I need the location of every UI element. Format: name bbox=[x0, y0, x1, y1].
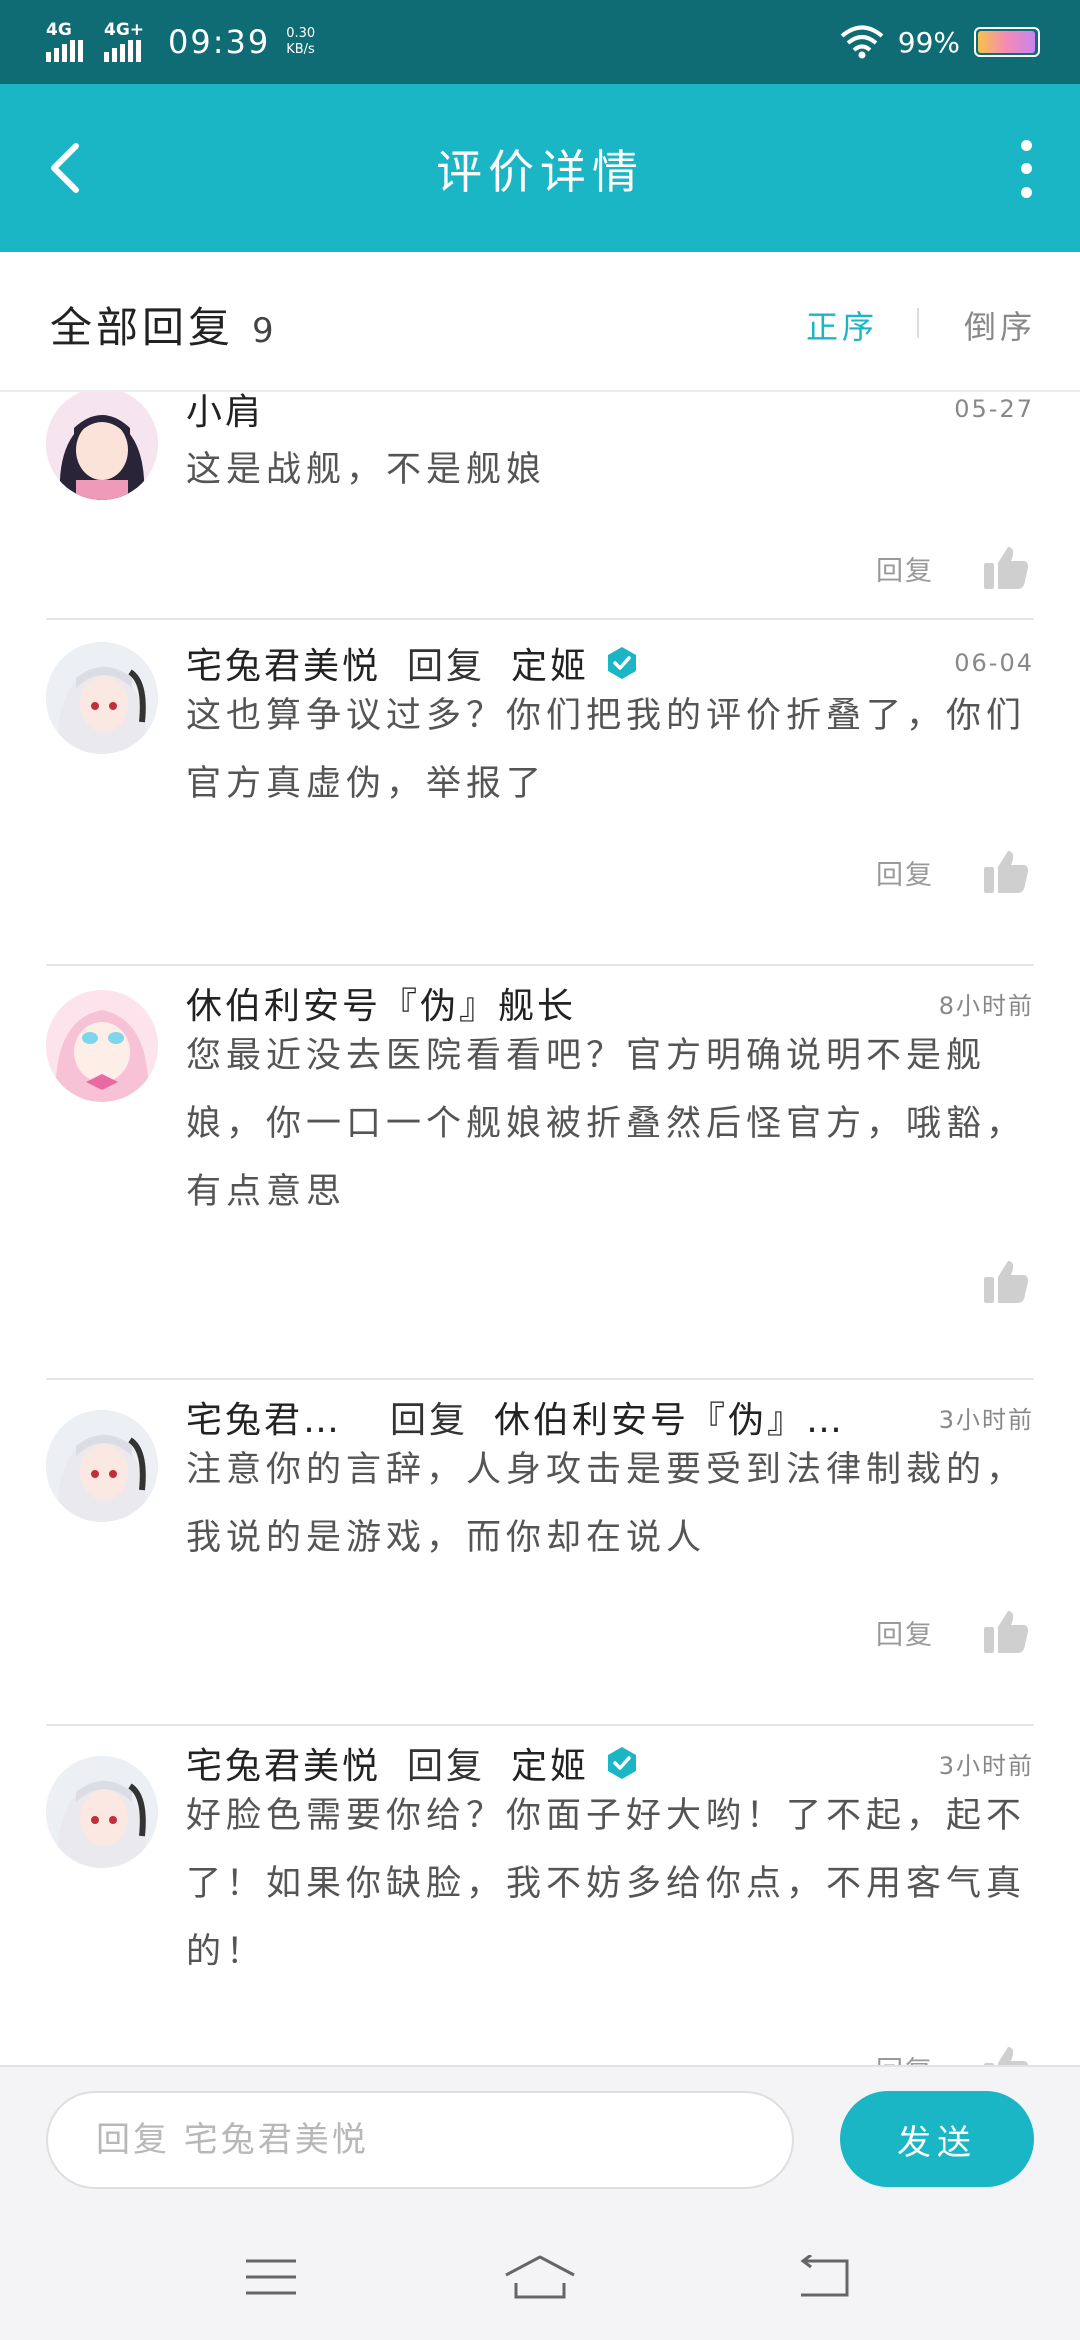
thumbs-up-icon[interactable] bbox=[982, 2045, 1030, 2065]
system-back-button[interactable] bbox=[778, 2242, 868, 2312]
battery-text: 99% bbox=[897, 25, 960, 59]
comment-text: 这是战舰，不是舰娘 bbox=[186, 450, 547, 490]
comment-actions: 回复 bbox=[876, 1602, 1030, 1662]
comment-time: 3小时前 bbox=[938, 1751, 1034, 1780]
more-button[interactable] bbox=[1006, 134, 1046, 204]
net-speed-value: 0.30 bbox=[286, 26, 316, 41]
comment-actions: 回复 bbox=[876, 2038, 1030, 2065]
net-speed-unit: KB/s bbox=[286, 42, 315, 57]
avatar[interactable] bbox=[46, 990, 158, 1102]
verified-badge-icon bbox=[608, 1747, 637, 1779]
status-bar: 4G 4G+ 09:39 0.30 KB/s 99% bbox=[0, 0, 1080, 84]
comment-header: 小肩 05-27 bbox=[186, 392, 1034, 434]
avatar-girl-pink-hair bbox=[46, 990, 158, 1102]
all-replies-title: 全部回复 9 bbox=[50, 294, 274, 355]
avatar[interactable] bbox=[46, 392, 158, 500]
wifi-icon bbox=[840, 25, 884, 59]
app-header: 评价详情 bbox=[0, 84, 1080, 252]
sort-descending-tab[interactable]: 倒序 bbox=[964, 302, 1036, 348]
comment-time: 05-27 bbox=[954, 395, 1034, 423]
comment-item: 宅兔君美悦 回复 定姬 3小时前 好脸色需要你给？你面子好大哟！了不起，起不了！… bbox=[0, 1726, 1080, 2065]
comment-time: 06-04 bbox=[954, 649, 1034, 677]
net-speed: 0.30 KB/s bbox=[286, 26, 315, 58]
comment-header: 宅兔君… 回复 休伯利安号『伪』… 3小时前 bbox=[186, 1392, 1034, 1442]
home-button[interactable] bbox=[495, 2242, 585, 2312]
menu-icon bbox=[246, 2259, 296, 2295]
thumbs-up-icon[interactable] bbox=[982, 545, 1030, 591]
signal-icon-2: 4G+ bbox=[104, 20, 152, 62]
home-icon bbox=[505, 2255, 575, 2299]
avatar[interactable] bbox=[46, 642, 158, 754]
comment-item: 宅兔君… 回复 休伯利安号『伪』… 3小时前 注意你的言辞，人身攻击是要受到法律… bbox=[0, 1380, 1080, 1726]
comment-username[interactable]: 小肩 bbox=[186, 392, 264, 435]
sort-divider bbox=[917, 308, 919, 338]
status-right: 99% bbox=[840, 18, 1040, 66]
comment-header: 休伯利安号『伪』舰长 8小时前 bbox=[186, 978, 1034, 1028]
comment-actions: 回复 bbox=[876, 538, 1030, 598]
all-replies-label: 全部回复 bbox=[50, 303, 235, 352]
reply-button[interactable]: 回复 bbox=[876, 853, 934, 892]
network-type-1: 4G bbox=[46, 20, 72, 40]
comment-time: 8小时前 bbox=[938, 991, 1034, 1020]
comment-list[interactable]: 小肩 05-27 这是战舰，不是舰娘 回复 宅兔君美悦 回复 定姬 06-04 … bbox=[0, 392, 1080, 2065]
page-title: 评价详情 bbox=[436, 145, 644, 199]
avatar[interactable] bbox=[46, 1410, 158, 1522]
comment-text: 注意你的言辞，人身攻击是要受到法律制裁的，我说的是游戏，而你却在说人 bbox=[186, 1450, 1027, 1558]
menu-button[interactable] bbox=[226, 2242, 316, 2312]
thumbs-up-icon[interactable] bbox=[982, 1259, 1030, 1305]
comment-header: 宅兔君美悦 回复 定姬 3小时前 bbox=[186, 1738, 1034, 1788]
battery-icon bbox=[974, 27, 1040, 57]
comment-item: 休伯利安号『伪』舰长 8小时前 您最近没去医院看看吧？官方明确说明不是舰娘，你一… bbox=[0, 966, 1080, 1380]
comment-text: 这也算争议过多？你们把我的评价折叠了，你们官方真虚伪，举报了 bbox=[186, 696, 1027, 804]
avatar-girl-white-hair bbox=[46, 642, 158, 754]
battery-fill bbox=[978, 31, 1036, 53]
reply-input[interactable] bbox=[46, 2091, 794, 2189]
reply-count: 9 bbox=[252, 311, 274, 351]
network-type-2: 4G+ bbox=[104, 20, 145, 40]
signal-icon: 4G bbox=[46, 20, 86, 62]
thumbs-up-icon[interactable] bbox=[982, 849, 1030, 895]
comment-actions: 回复 bbox=[876, 842, 1030, 902]
avatar-girl-dark-hair bbox=[46, 392, 158, 500]
reply-input-bar: 发送 bbox=[0, 2065, 1080, 2220]
reply-button[interactable]: 回复 bbox=[876, 2049, 934, 2066]
send-button[interactable]: 发送 bbox=[840, 2091, 1034, 2187]
comment-actions bbox=[982, 1252, 1030, 1312]
avatar[interactable] bbox=[46, 1756, 158, 1868]
sort-bar: 全部回复 9 正序 倒序 bbox=[0, 252, 1080, 392]
reply-button[interactable]: 回复 bbox=[876, 1613, 934, 1652]
avatar-girl-white-hair bbox=[46, 1756, 158, 1868]
more-vertical-icon bbox=[1020, 140, 1032, 152]
comment-text: 好脸色需要你给？你面子好大哟！了不起，起不了！如果你缺脸，我不妨多给你点，不用客… bbox=[186, 1796, 1027, 1972]
verified-badge-icon bbox=[608, 647, 637, 679]
reply-button[interactable]: 回复 bbox=[876, 549, 934, 588]
status-left: 4G 4G+ 09:39 0.30 KB/s bbox=[46, 18, 315, 66]
comment-text: 您最近没去医院看看吧？官方明确说明不是舰娘，你一口一个舰娘被折叠然后怪官方，哦豁… bbox=[186, 1036, 1027, 1212]
back-icon bbox=[800, 2255, 849, 2297]
comment-header: 宅兔君美悦 回复 定姬 06-04 bbox=[186, 638, 1034, 688]
comment-time: 3小时前 bbox=[938, 1405, 1034, 1434]
avatar-girl-white-hair bbox=[46, 1410, 158, 1522]
system-nav-bar bbox=[0, 2220, 1080, 2340]
thumbs-up-icon[interactable] bbox=[982, 1609, 1030, 1655]
sort-ascending-tab[interactable]: 正序 bbox=[806, 302, 878, 348]
clock: 09:39 bbox=[168, 23, 271, 61]
comment-item: 宅兔君美悦 回复 定姬 06-04 这也算争议过多？你们把我的评价折叠了，你们官… bbox=[0, 620, 1080, 966]
